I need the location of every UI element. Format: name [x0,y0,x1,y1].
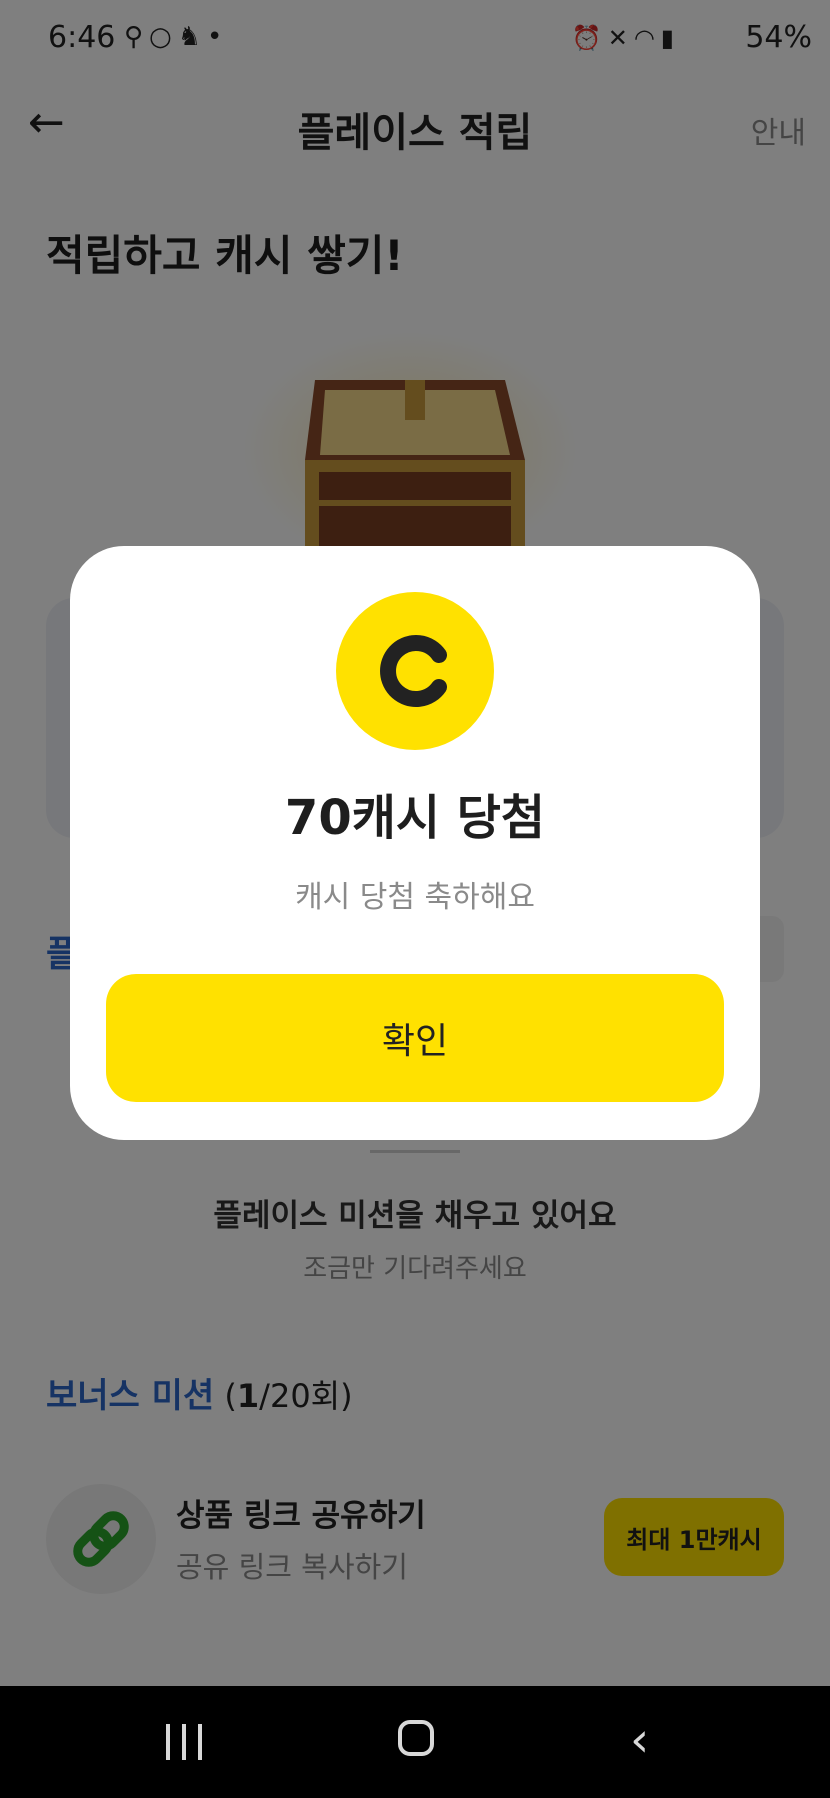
dialog-subtitle: 캐시 당첨 축하해요 [295,880,535,915]
recent-apps-icon[interactable] [166,1724,206,1760]
back-nav-icon[interactable]: ‹ [630,1716,649,1764]
cash-coin-icon [336,592,494,750]
confirm-button[interactable]: 확인 [106,974,724,1102]
win-dialog: 70캐시 당첨 캐시 당첨 축하해요 확인 [70,546,760,1140]
page-background: 6:46 ⚲○♞• ⏰✕◠▮ 54% ← 플레이스 적립 안내 적립하고 캐시 … [0,0,830,1686]
system-nav-bar: ‹ [0,1686,830,1798]
dialog-title: 70캐시 당첨 [284,790,546,846]
home-icon[interactable] [398,1720,434,1756]
